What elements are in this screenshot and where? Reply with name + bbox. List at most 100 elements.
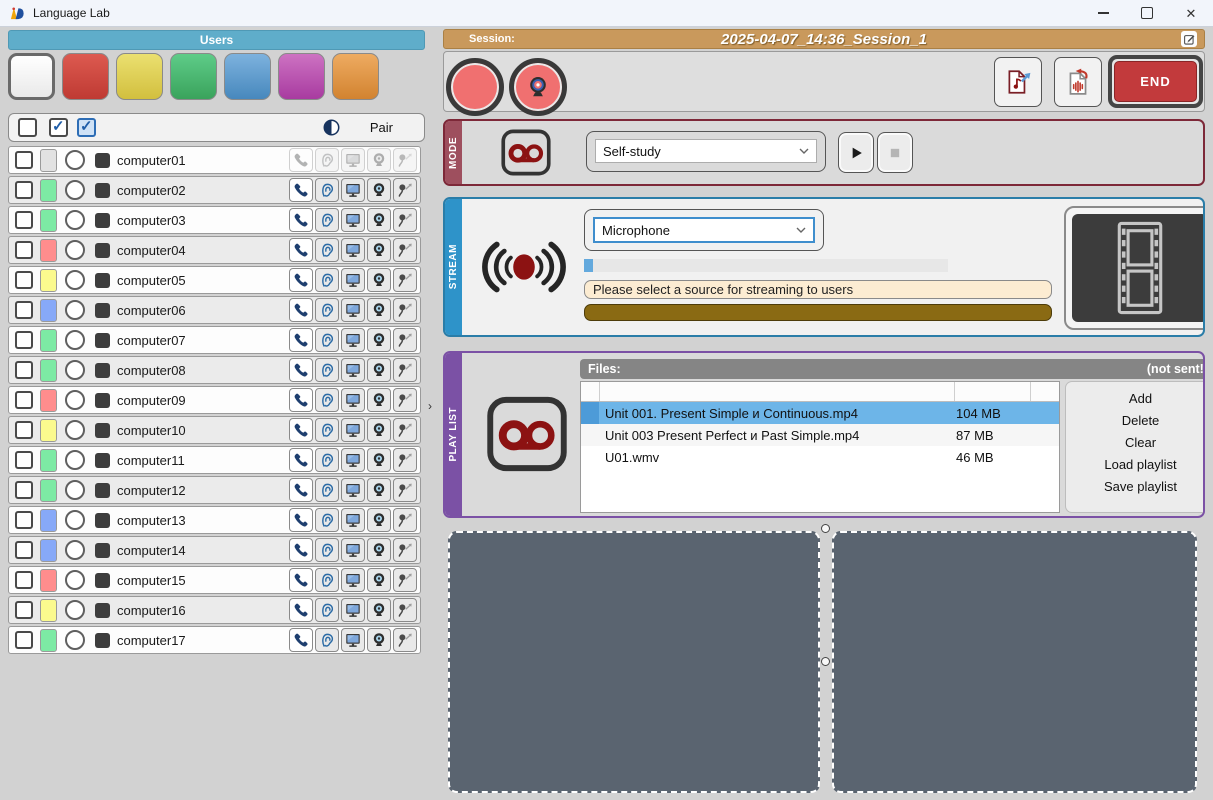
webcam-button[interactable]	[367, 538, 391, 562]
screen-view-button[interactable]	[341, 568, 365, 592]
computer-checkbox[interactable]	[15, 511, 33, 529]
call-button[interactable]	[289, 298, 313, 322]
computer-checkbox[interactable]	[15, 361, 33, 379]
group-swatch-red[interactable]	[62, 53, 109, 100]
webcam-button[interactable]	[367, 478, 391, 502]
record-audio-button[interactable]	[446, 58, 504, 116]
webcam-button[interactable]	[367, 268, 391, 292]
call-button[interactable]	[289, 508, 313, 532]
call-button[interactable]	[289, 388, 313, 412]
call-button[interactable]	[289, 478, 313, 502]
computer-checkbox[interactable]	[15, 391, 33, 409]
webcam-button[interactable]	[367, 178, 391, 202]
computer-row[interactable]: computer06	[8, 296, 421, 324]
computer-radio[interactable]	[65, 600, 85, 620]
computer-checkbox[interactable]	[15, 421, 33, 439]
webcam-button[interactable]	[367, 418, 391, 442]
computer-radio[interactable]	[65, 510, 85, 530]
webcam-button[interactable]	[367, 508, 391, 532]
mic-share-button[interactable]	[393, 448, 417, 472]
screen-view-button[interactable]	[341, 598, 365, 622]
select-none-checkbox[interactable]	[18, 118, 37, 137]
computer-checkbox[interactable]	[15, 301, 33, 319]
group-swatch-white[interactable]	[8, 53, 55, 100]
call-button[interactable]	[289, 178, 313, 202]
computer-radio[interactable]	[65, 360, 85, 380]
send-media-button[interactable]	[994, 57, 1042, 107]
file-row[interactable]: Unit 001. Present Simple и Continuous.mp…	[581, 402, 1059, 424]
computer-checkbox[interactable]	[15, 271, 33, 289]
mic-share-button[interactable]	[393, 238, 417, 262]
maximize-button[interactable]	[1125, 0, 1169, 26]
screen-view-button[interactable]	[341, 538, 365, 562]
computer-row[interactable]: computer17	[8, 626, 421, 654]
computer-radio[interactable]	[65, 300, 85, 320]
webcam-button[interactable]	[367, 148, 391, 172]
listen-button[interactable]	[315, 298, 339, 322]
call-button[interactable]	[289, 598, 313, 622]
group-swatch-blue[interactable]	[224, 53, 271, 100]
close-button[interactable]: ✕	[1169, 0, 1213, 26]
call-button[interactable]	[289, 238, 313, 262]
webcam-button[interactable]	[367, 208, 391, 232]
panel-splitter-chevron[interactable]: ›	[428, 399, 432, 413]
computer-checkbox[interactable]	[15, 631, 33, 649]
listen-button[interactable]	[315, 598, 339, 622]
listen-button[interactable]	[315, 268, 339, 292]
screen-view-button[interactable]	[341, 508, 365, 532]
computer-radio[interactable]	[65, 450, 85, 470]
listen-button[interactable]	[315, 328, 339, 352]
playlist-button-delete[interactable]: Delete	[1066, 410, 1205, 432]
video-preview-button[interactable]	[1064, 206, 1205, 330]
computer-checkbox[interactable]	[15, 541, 33, 559]
computer-checkbox[interactable]	[15, 241, 33, 259]
record-video-button[interactable]	[509, 58, 567, 116]
group-swatch-green[interactable]	[170, 53, 217, 100]
video-panel-left[interactable]	[448, 531, 820, 793]
computer-checkbox[interactable]	[15, 601, 33, 619]
webcam-button[interactable]	[367, 628, 391, 652]
computer-row[interactable]: computer14	[8, 536, 421, 564]
mic-share-button[interactable]	[393, 358, 417, 382]
computer-radio[interactable]	[65, 210, 85, 230]
edit-session-button[interactable]	[1181, 31, 1197, 47]
computer-row[interactable]: computer05	[8, 266, 421, 294]
computer-row[interactable]: computer07	[8, 326, 421, 354]
select-all-checkbox[interactable]	[49, 118, 68, 137]
screen-view-button[interactable]	[341, 448, 365, 472]
computer-row[interactable]: computer13	[8, 506, 421, 534]
video-panel-right[interactable]	[832, 531, 1197, 793]
call-button[interactable]	[289, 268, 313, 292]
computer-radio[interactable]	[65, 330, 85, 350]
splitter-handle-top[interactable]	[821, 524, 830, 533]
play-button[interactable]	[838, 132, 874, 173]
mode-select[interactable]: Self-study	[586, 131, 826, 172]
screen-view-button[interactable]	[341, 238, 365, 262]
computer-row[interactable]: computer11	[8, 446, 421, 474]
screen-view-button[interactable]	[341, 298, 365, 322]
computer-radio[interactable]	[65, 480, 85, 500]
call-button[interactable]	[289, 538, 313, 562]
screen-view-button[interactable]	[341, 478, 365, 502]
computer-radio[interactable]	[65, 540, 85, 560]
playlist-button-add[interactable]: Add	[1066, 388, 1205, 410]
mic-share-button[interactable]	[393, 478, 417, 502]
listen-button[interactable]	[315, 178, 339, 202]
call-button[interactable]	[289, 208, 313, 232]
screen-view-button[interactable]	[341, 328, 365, 352]
listen-button[interactable]	[315, 238, 339, 262]
listen-button[interactable]	[315, 148, 339, 172]
screen-view-button[interactable]	[341, 178, 365, 202]
mic-share-button[interactable]	[393, 388, 417, 412]
mic-share-button[interactable]	[393, 208, 417, 232]
computer-row[interactable]: computer01	[8, 146, 421, 174]
webcam-button[interactable]	[367, 388, 391, 412]
call-button[interactable]	[289, 358, 313, 382]
minimize-button[interactable]	[1081, 0, 1125, 26]
computer-row[interactable]: computer04	[8, 236, 421, 264]
group-swatch-magenta[interactable]	[278, 53, 325, 100]
computer-radio[interactable]	[65, 270, 85, 290]
mic-share-button[interactable]	[393, 178, 417, 202]
listen-button[interactable]	[315, 568, 339, 592]
contrast-split-icon[interactable]	[322, 118, 341, 137]
